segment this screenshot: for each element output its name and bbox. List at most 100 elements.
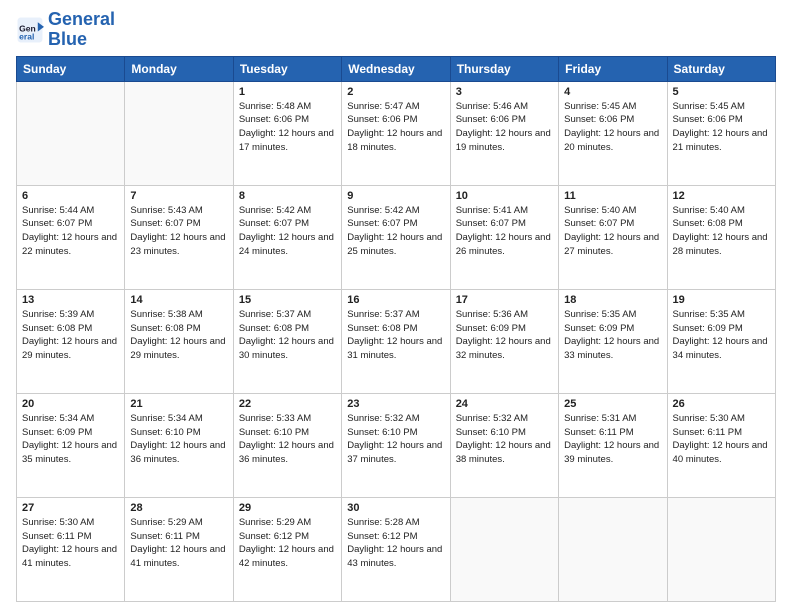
calendar-cell: 4 Sunrise: 5:45 AM Sunset: 6:06 PM Daylig…: [559, 81, 667, 185]
day-number: 23: [347, 398, 444, 410]
day-info: Sunrise: 5:42 AM Sunset: 6:07 PM Dayligh…: [239, 204, 336, 259]
day-info: Sunrise: 5:45 AM Sunset: 6:06 PM Dayligh…: [673, 100, 770, 155]
weekday-header-saturday: Saturday: [667, 56, 775, 81]
calendar-cell: 14 Sunrise: 5:38 AM Sunset: 6:08 PM Dayli…: [125, 289, 233, 393]
calendar-cell: 6 Sunrise: 5:44 AM Sunset: 6:07 PM Daylig…: [17, 185, 125, 289]
day-number: 5: [673, 86, 770, 98]
day-number: 15: [239, 294, 336, 306]
day-number: 30: [347, 502, 444, 514]
week-row-4: 20Sunrise: 5:34 AM Sunset: 6:09 PM Dayli…: [17, 393, 776, 497]
day-number: 11: [564, 190, 661, 202]
day-info: Sunrise: 5:39 AM Sunset: 6:08 PM Dayligh…: [22, 308, 119, 363]
calendar-cell: 25 Sunrise: 5:31 AM Sunset: 6:11 PM Dayli…: [559, 393, 667, 497]
calendar-cell: 29 Sunrise: 5:29 AM Sunset: 6:12 PM Dayli…: [233, 497, 341, 601]
week-row-5: 27 Sunrise: 5:30 AM Sunset: 6:11 PM Dayli…: [17, 497, 776, 601]
day-number: 3: [456, 86, 553, 98]
calendar-cell: 10 Sunrise: 5:41 AM Sunset: 6:07 PM Dayli…: [450, 185, 558, 289]
day-info: Sunrise: 5:40 AM Sunset: 6:07 PM Dayligh…: [564, 204, 661, 259]
day-info: Sunrise: 5:31 AM Sunset: 6:11 PM Dayligh…: [564, 412, 661, 467]
day-info: Sunrise: 5:33 AM Sunset: 6:10 PM Dayligh…: [239, 412, 336, 467]
day-number: 13: [22, 294, 119, 306]
day-number: 18: [564, 294, 661, 306]
svg-text:eral: eral: [19, 31, 34, 41]
calendar-cell: 23 Sunrise: 5:32 AM Sunset: 6:10 PM Dayli…: [342, 393, 450, 497]
weekday-header-tuesday: Tuesday: [233, 56, 341, 81]
day-info: Sunrise: 5:38 AM Sunset: 6:08 PM Dayligh…: [130, 308, 227, 363]
day-number: 10: [456, 190, 553, 202]
week-row-1: 1 Sunrise: 5:48 AM Sunset: 6:06 PM Daylig…: [17, 81, 776, 185]
weekday-header-sunday: Sunday: [17, 56, 125, 81]
day-number: 19: [673, 294, 770, 306]
day-number: 12: [673, 190, 770, 202]
day-number: 29: [239, 502, 336, 514]
calendar-cell: 24Sunrise: 5:32 AM Sunset: 6:10 PM Dayli…: [450, 393, 558, 497]
day-info: Sunrise: 5:46 AM Sunset: 6:06 PM Dayligh…: [456, 100, 553, 155]
calendar-cell: 2Sunrise: 5:47 AM Sunset: 6:06 PM Daylig…: [342, 81, 450, 185]
day-info: Sunrise: 5:28 AM Sunset: 6:12 PM Dayligh…: [347, 516, 444, 571]
day-number: 8: [239, 190, 336, 202]
day-info: Sunrise: 5:45 AM Sunset: 6:06 PM Dayligh…: [564, 100, 661, 155]
calendar-cell: 27 Sunrise: 5:30 AM Sunset: 6:11 PM Dayli…: [17, 497, 125, 601]
calendar-cell: 7Sunrise: 5:43 AM Sunset: 6:07 PM Daylig…: [125, 185, 233, 289]
calendar-cell: [559, 497, 667, 601]
logo-name: GeneralBlue: [48, 10, 115, 50]
day-info: Sunrise: 5:41 AM Sunset: 6:07 PM Dayligh…: [456, 204, 553, 259]
week-row-2: 6 Sunrise: 5:44 AM Sunset: 6:07 PM Daylig…: [17, 185, 776, 289]
day-number: 27: [22, 502, 119, 514]
calendar-cell: 1 Sunrise: 5:48 AM Sunset: 6:06 PM Daylig…: [233, 81, 341, 185]
calendar-cell: [667, 497, 775, 601]
day-info: Sunrise: 5:29 AM Sunset: 6:12 PM Dayligh…: [239, 516, 336, 571]
calendar-cell: 13 Sunrise: 5:39 AM Sunset: 6:08 PM Dayli…: [17, 289, 125, 393]
day-info: Sunrise: 5:34 AM Sunset: 6:10 PM Dayligh…: [130, 412, 227, 467]
day-info: Sunrise: 5:36 AM Sunset: 6:09 PM Dayligh…: [456, 308, 553, 363]
calendar-cell: 20Sunrise: 5:34 AM Sunset: 6:09 PM Dayli…: [17, 393, 125, 497]
day-info: Sunrise: 5:35 AM Sunset: 6:09 PM Dayligh…: [564, 308, 661, 363]
weekday-header-monday: Monday: [125, 56, 233, 81]
day-number: 2: [347, 86, 444, 98]
header: Gen eral GeneralBlue: [16, 10, 776, 50]
day-number: 28: [130, 502, 227, 514]
calendar-cell: 8 Sunrise: 5:42 AM Sunset: 6:07 PM Daylig…: [233, 185, 341, 289]
day-info: Sunrise: 5:40 AM Sunset: 6:08 PM Dayligh…: [673, 204, 770, 259]
day-number: 26: [673, 398, 770, 410]
calendar-cell: 28Sunrise: 5:29 AM Sunset: 6:11 PM Dayli…: [125, 497, 233, 601]
day-number: 16: [347, 294, 444, 306]
weekday-header-row: SundayMondayTuesdayWednesdayThursdayFrid…: [17, 56, 776, 81]
calendar-cell: 26 Sunrise: 5:30 AM Sunset: 6:11 PM Dayli…: [667, 393, 775, 497]
day-number: 1: [239, 86, 336, 98]
day-number: 6: [22, 190, 119, 202]
calendar-cell: 16 Sunrise: 5:37 AM Sunset: 6:08 PM Dayli…: [342, 289, 450, 393]
day-info: Sunrise: 5:42 AM Sunset: 6:07 PM Dayligh…: [347, 204, 444, 259]
calendar-table: SundayMondayTuesdayWednesdayThursdayFrid…: [16, 56, 776, 602]
calendar-cell: [125, 81, 233, 185]
day-number: 20: [22, 398, 119, 410]
day-number: 9: [347, 190, 444, 202]
day-number: 25: [564, 398, 661, 410]
calendar-cell: 5 Sunrise: 5:45 AM Sunset: 6:06 PM Daylig…: [667, 81, 775, 185]
calendar-cell: 11 Sunrise: 5:40 AM Sunset: 6:07 PM Dayli…: [559, 185, 667, 289]
day-info: Sunrise: 5:30 AM Sunset: 6:11 PM Dayligh…: [673, 412, 770, 467]
day-info: Sunrise: 5:35 AM Sunset: 6:09 PM Dayligh…: [673, 308, 770, 363]
calendar-cell: [17, 81, 125, 185]
day-number: 7: [130, 190, 227, 202]
weekday-header-wednesday: Wednesday: [342, 56, 450, 81]
logo-icon: Gen eral: [16, 16, 44, 44]
day-info: Sunrise: 5:44 AM Sunset: 6:07 PM Dayligh…: [22, 204, 119, 259]
day-number: 21: [130, 398, 227, 410]
day-number: 24: [456, 398, 553, 410]
day-number: 4: [564, 86, 661, 98]
day-info: Sunrise: 5:48 AM Sunset: 6:06 PM Dayligh…: [239, 100, 336, 155]
day-info: Sunrise: 5:37 AM Sunset: 6:08 PM Dayligh…: [347, 308, 444, 363]
calendar-cell: 22 Sunrise: 5:33 AM Sunset: 6:10 PM Dayli…: [233, 393, 341, 497]
day-info: Sunrise: 5:32 AM Sunset: 6:10 PM Dayligh…: [347, 412, 444, 467]
day-number: 22: [239, 398, 336, 410]
calendar-cell: 12 Sunrise: 5:40 AM Sunset: 6:08 PM Dayli…: [667, 185, 775, 289]
day-number: 14: [130, 294, 227, 306]
page: Gen eral GeneralBlue SundayMondayTuesday…: [0, 0, 792, 612]
calendar-cell: 18 Sunrise: 5:35 AM Sunset: 6:09 PM Dayli…: [559, 289, 667, 393]
day-info: Sunrise: 5:30 AM Sunset: 6:11 PM Dayligh…: [22, 516, 119, 571]
calendar-cell: 9 Sunrise: 5:42 AM Sunset: 6:07 PM Daylig…: [342, 185, 450, 289]
calendar-cell: 19 Sunrise: 5:35 AM Sunset: 6:09 PM Dayli…: [667, 289, 775, 393]
day-number: 17: [456, 294, 553, 306]
weekday-header-friday: Friday: [559, 56, 667, 81]
